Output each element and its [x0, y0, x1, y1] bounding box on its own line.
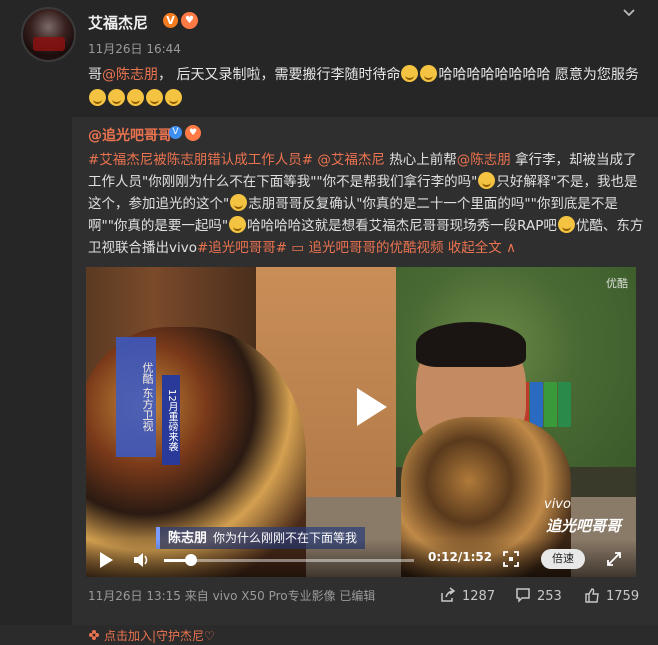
comment-stat[interactable]: 253	[515, 587, 562, 604]
fullscreen-icon[interactable]	[503, 551, 519, 567]
chevron-up-icon: ∧	[506, 240, 516, 256]
speed-button[interactable]: 倍速	[541, 549, 585, 569]
repost-username[interactable]: @追光吧哥哥	[88, 125, 172, 145]
collapse-label: 收起全文	[447, 240, 502, 256]
mention-link[interactable]: @陈志朋	[102, 67, 158, 83]
repost-meta: 11月26日 13:15 来自 vivo X50 Pro专业影像 已编辑	[88, 589, 376, 603]
verified-badge-icon: V	[163, 13, 178, 28]
show-logo-date: 12月重磅来袭	[162, 375, 180, 465]
join-fan-group-link[interactable]: 点击加入|守护杰尼♡	[104, 627, 215, 644]
lol-emoji-icon	[108, 89, 125, 106]
emoji-icon	[230, 194, 248, 211]
progress-bar[interactable]	[164, 554, 414, 566]
post-text: 哥@陈志朋， 后天又录制啦，需要搬行李随时待命 哈哈哈哈哈哈哈哈 愿意为您服务	[88, 63, 643, 111]
play-button[interactable]	[100, 552, 113, 568]
like-stat[interactable]: 1759	[584, 587, 639, 604]
repost-text: #艾福杰尼被陈志朋错认成工作人员# @艾福杰尼 热心上前帮@陈志朋 拿行李，却被…	[88, 149, 648, 259]
weibo-post: 艾福杰尼 V ♥ 11月26日 16:44 哥@陈志朋， 后天又录制啦，需要搬行…	[0, 0, 658, 645]
post-text-part: ， 后天又录制啦，需要搬行李随时待命	[158, 67, 401, 83]
video-link-icon: ▭	[291, 240, 309, 256]
emoji-icon	[229, 216, 247, 233]
repost-text-part: 热心上前帮	[384, 152, 457, 168]
picture-in-picture-icon[interactable]	[606, 551, 622, 567]
avatar[interactable]	[21, 7, 76, 62]
comment-icon	[516, 588, 530, 603]
hashtag-link[interactable]: #艾福杰尼被陈志朋错认成工作人员#	[88, 152, 313, 168]
verified-badge-icon: V	[169, 126, 182, 139]
repost-count: 1287	[462, 589, 496, 604]
mention-link[interactable]: @艾福杰尼	[317, 152, 385, 168]
progress-knob[interactable]	[184, 554, 197, 566]
lol-emoji-icon	[127, 89, 144, 106]
post-text-part: 哥	[88, 67, 102, 83]
video-player[interactable]: 优酷 东方卫视 12月重磅来袭 优酷 陈志朋你为什么刚刚不在下面等我 vivo …	[86, 267, 636, 577]
fan-badge-icon: ♥	[181, 12, 198, 29]
lol-emoji-icon	[89, 89, 106, 106]
play-icon[interactable]	[343, 382, 393, 432]
lol-emoji-icon	[165, 89, 182, 106]
repost-stat[interactable]: 1287	[440, 587, 495, 604]
time-display: 0:12/1:52	[428, 550, 493, 564]
emoji-icon	[478, 172, 496, 189]
volume-icon[interactable]	[131, 550, 151, 570]
lol-emoji-icon	[146, 89, 163, 106]
video-frame-hair	[416, 322, 526, 367]
hashtag-link[interactable]: #追光吧哥哥#	[197, 240, 287, 256]
comment-count: 253	[537, 589, 562, 604]
post-text-part: 哈哈哈哈哈哈哈哈 愿意为您服务	[438, 67, 639, 83]
laugh-emoji-icon	[420, 65, 438, 82]
mention-link[interactable]: @陈志朋	[457, 152, 511, 168]
video-link[interactable]: ▭ 追光吧哥哥的优酷视频	[291, 240, 443, 256]
flower-icon	[89, 630, 99, 640]
show-logo: 优酷 东方卫视	[116, 337, 156, 457]
post-time[interactable]: 11月26日 16:44	[88, 40, 181, 57]
sponsor-logo: vivo	[544, 497, 571, 512]
laugh-emoji-icon	[401, 65, 419, 82]
thumbs-up-icon	[585, 588, 599, 603]
reposted-post: @追光吧哥哥 V ♥ #艾福杰尼被陈志朋错认成工作人员# @艾福杰尼 热心上前帮…	[72, 117, 658, 627]
share-icon	[441, 587, 456, 602]
repost-text-part: 哈哈哈哈这就是想看艾福杰尼哥哥现场秀一段RAP吧	[247, 218, 557, 234]
video-link-label: 追光吧哥哥的优酷视频	[308, 240, 444, 256]
chevron-down-icon[interactable]	[622, 6, 636, 20]
emoji-icon	[557, 216, 575, 233]
collapse-text-link[interactable]: 收起全文 ∧	[448, 240, 516, 256]
username[interactable]: 艾福杰尼	[88, 12, 148, 33]
like-count: 1759	[606, 589, 640, 604]
youku-watermark: 优酷	[606, 277, 628, 290]
fan-badge-icon: ♥	[185, 125, 201, 141]
